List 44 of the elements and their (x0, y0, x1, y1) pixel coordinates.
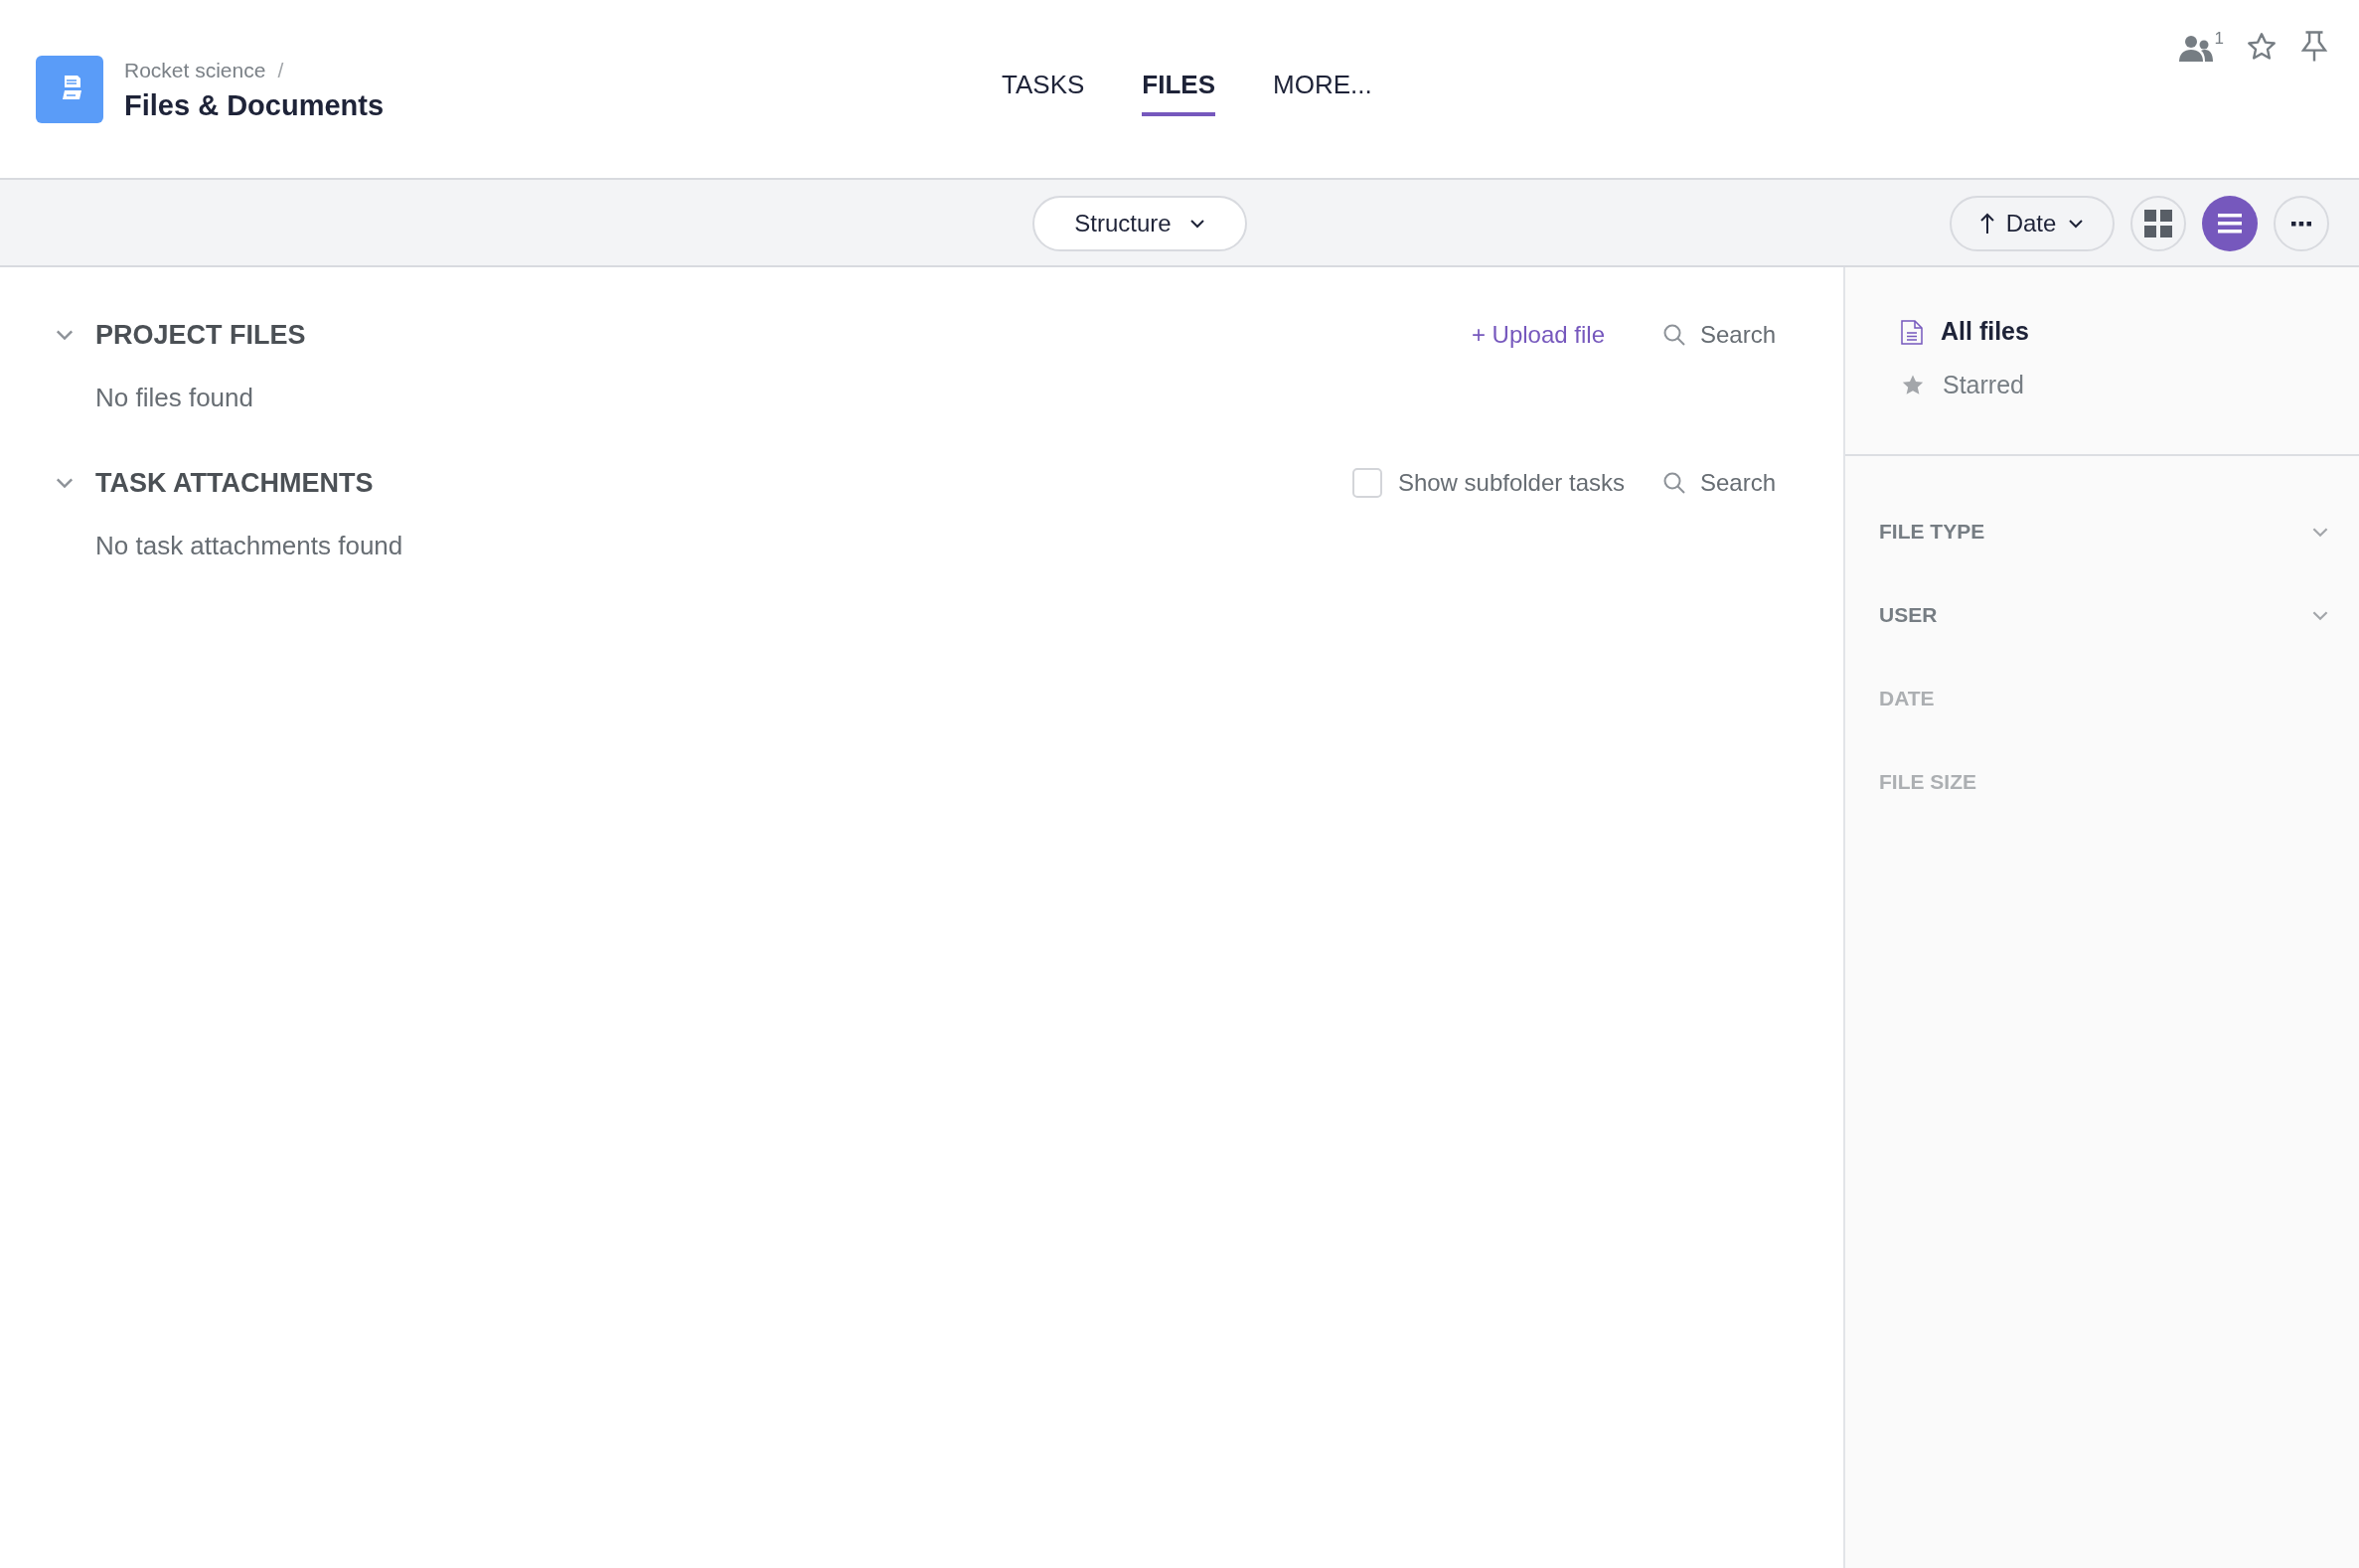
document-icon (1901, 319, 1923, 345)
structure-dropdown[interactable]: Structure (1032, 196, 1247, 251)
empty-message: No files found (95, 382, 254, 414)
empty-message: No task attachments found (95, 530, 404, 562)
list-icon (2218, 214, 2242, 234)
section-title: PROJECT FILES (95, 318, 306, 352)
grid-icon (2144, 210, 2172, 237)
sort-dropdown[interactable]: Date (1950, 196, 2115, 251)
breadcrumb-link[interactable]: Rocket science (124, 54, 266, 86)
nav-tab[interactable]: TASKS (1002, 66, 1085, 116)
member-count: 1 (2214, 28, 2224, 50)
chevron-icon (55, 477, 75, 489)
chevron-down-icon (2311, 526, 2329, 538)
nav-tab[interactable]: FILES (1142, 66, 1215, 116)
breadcrumb-separator: / (277, 57, 284, 83)
chevron-down-icon (1188, 219, 1205, 229)
chevron-down-icon (2068, 219, 2085, 229)
search-icon (1662, 471, 1686, 495)
checkbox[interactable] (1351, 468, 1382, 498)
search-icon (1662, 323, 1686, 347)
sidebar-item[interactable]: All files (1845, 305, 2359, 359)
filter-header[interactable]: USER (1879, 573, 2329, 657)
sidebar-item[interactable]: Starred (1845, 359, 2359, 412)
nav-tab[interactable]: MORE... (1273, 66, 1372, 116)
page-title: Files & Documents (124, 88, 385, 124)
more-button[interactable] (2274, 196, 2329, 251)
grid-view-button[interactable] (2130, 196, 2186, 251)
folder-document-icon (36, 55, 103, 123)
chevron-down-icon (2311, 609, 2329, 621)
checkbox-label: Show subfolder tasks (1397, 468, 1625, 498)
search-field[interactable]: Search (1700, 465, 1780, 501)
more-icon (2291, 221, 2311, 227)
star-icon[interactable] (2246, 31, 2278, 63)
people-icon[interactable] (2178, 34, 2213, 64)
pin-icon[interactable] (2299, 30, 2329, 64)
filter-header: FILE SIZE (1879, 769, 1977, 796)
list-view-button[interactable] (2202, 196, 2258, 251)
chevron-icon (55, 329, 75, 341)
search-field[interactable]: Search (1700, 317, 1780, 353)
section-title: TASK ATTACHMENTS (95, 466, 374, 500)
filter-header: DATE (1879, 686, 1936, 712)
filter-header[interactable]: FILE TYPE (1879, 490, 2329, 573)
upload-file-link[interactable]: + Upload file (1471, 317, 1605, 353)
arrow-up-icon (1979, 213, 1994, 235)
